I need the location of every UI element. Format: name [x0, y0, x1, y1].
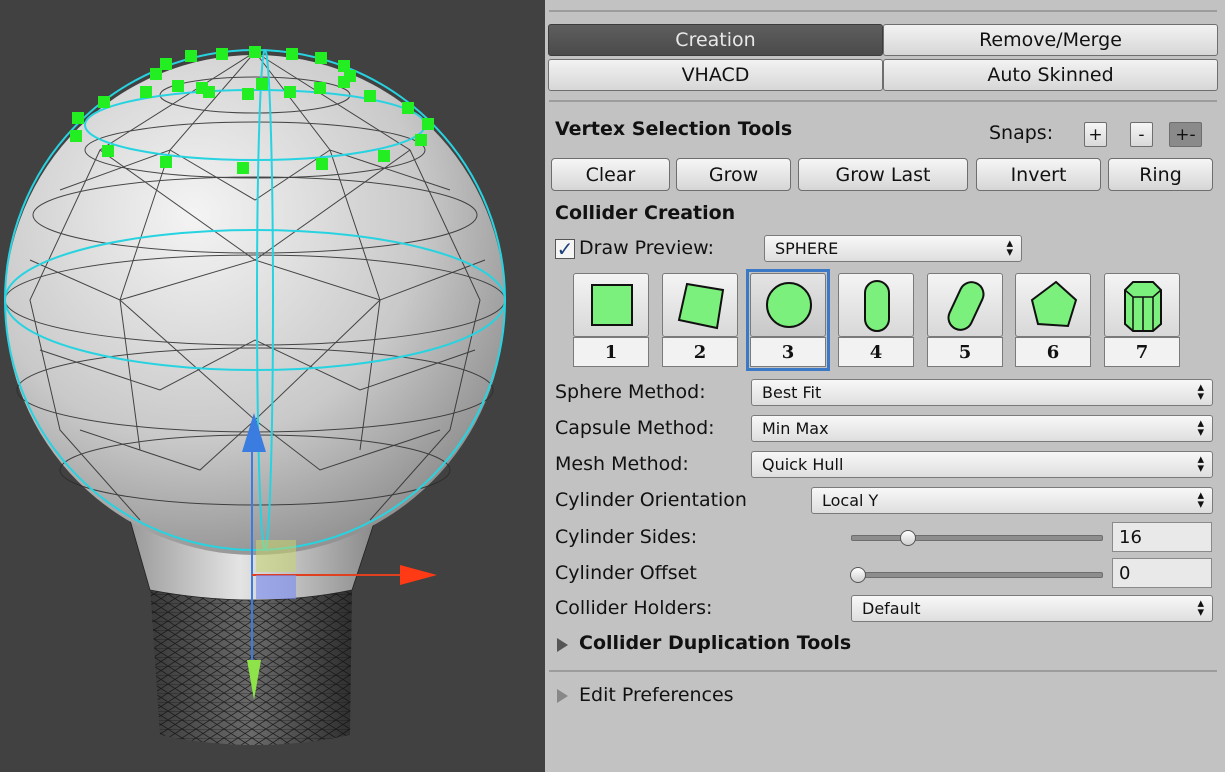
box-icon: [591, 284, 633, 326]
sphere-method-label: Sphere Method:: [555, 381, 706, 403]
mesh-method-value: Quick Hull: [762, 455, 844, 474]
tab-remove-merge[interactable]: Remove/Merge: [883, 24, 1218, 56]
cylinder-orientation-label: Cylinder Orientation: [555, 489, 747, 511]
grow-last-button[interactable]: Grow Last: [798, 158, 968, 191]
snap-both-button[interactable]: +-: [1169, 122, 1202, 147]
cylinder-sides-slider[interactable]: [851, 535, 1103, 541]
snap-minus-button[interactable]: -: [1130, 122, 1153, 147]
tab-creation[interactable]: Creation: [548, 24, 883, 56]
dropdown-arrows-icon: ▴ ▾: [1197, 488, 1204, 512]
convex-mesh-icon: [1030, 280, 1078, 328]
shape-number: 6: [1015, 337, 1091, 367]
divider: [549, 10, 1217, 12]
cylinder-offset-slider-handle[interactable]: [850, 567, 866, 583]
mesh-method-label: Mesh Method:: [555, 453, 689, 475]
shape-button-cylinder[interactable]: 7: [1104, 273, 1180, 367]
collider-holders-label: Collider Holders:: [555, 597, 713, 619]
shape-button-convex-mesh[interactable]: 6: [1015, 273, 1091, 367]
shape-number: 1: [573, 337, 649, 367]
cylinder-offset-label: Cylinder Offset: [555, 562, 697, 584]
tab-row-bottom: VHACD Auto Skinned: [548, 59, 1218, 91]
shape-button-rotated-capsule[interactable]: 5: [927, 273, 1003, 367]
cylinder-sides-slider-handle[interactable]: [900, 530, 916, 546]
grow-button[interactable]: Grow: [676, 158, 791, 191]
divider: [549, 670, 1217, 672]
dropdown-arrows-icon: ▴ ▾: [1197, 380, 1204, 404]
shape-number: 5: [927, 337, 1003, 367]
rotated-box-icon: [677, 282, 725, 330]
tab-auto-skinned[interactable]: Auto Skinned: [883, 59, 1218, 91]
shape-number: 3: [750, 337, 826, 367]
mesh-method-dropdown[interactable]: Quick Hull ▴ ▾: [751, 451, 1213, 478]
collider-duplication-title[interactable]: Collider Duplication Tools: [579, 632, 851, 654]
preview-shape-value: SPHERE: [775, 239, 839, 258]
collider-holders-dropdown[interactable]: Default ▴ ▾: [851, 595, 1213, 622]
draw-preview-checkbox[interactable]: ✓: [555, 239, 575, 259]
shape-button-rotated-box[interactable]: 2: [662, 273, 738, 367]
draw-preview-label: Draw Preview:: [579, 237, 714, 259]
shape-number: 7: [1104, 337, 1180, 367]
shape-button-box[interactable]: 1: [573, 273, 649, 367]
capsule-method-label: Capsule Method:: [555, 417, 715, 439]
shape-button-capsule[interactable]: 4: [838, 273, 914, 367]
cylinder-sides-field[interactable]: 16: [1112, 522, 1212, 552]
cylinder-offset-slider[interactable]: [851, 572, 1103, 578]
sphere-icon: [766, 282, 812, 328]
shape-button-sphere[interactable]: 3: [746, 269, 830, 371]
cylinder-sides-label: Cylinder Sides:: [555, 526, 698, 548]
cylinder-icon: [1124, 281, 1162, 332]
tab-row-top: Creation Remove/Merge: [548, 24, 1218, 56]
cylinder-orientation-value: Local Y: [822, 491, 879, 510]
divider: [549, 100, 1217, 102]
preview-shape-dropdown[interactable]: SPHERE ▴ ▾: [764, 235, 1022, 262]
collider-holders-value: Default: [862, 599, 921, 618]
edit-preferences-foldout[interactable]: Edit Preferences: [579, 684, 734, 706]
rotated-capsule-icon: [947, 281, 985, 331]
shape-number: 4: [838, 337, 914, 367]
cylinder-orientation-dropdown[interactable]: Local Y ▴ ▾: [811, 487, 1213, 514]
shape-number: 2: [662, 337, 738, 367]
expand-triangle-icon[interactable]: [557, 689, 568, 703]
dropdown-arrows-icon: ▴ ▾: [1006, 236, 1013, 260]
sphere-method-value: Best Fit: [762, 383, 822, 402]
cylinder-offset-field[interactable]: 0: [1112, 558, 1212, 588]
dropdown-arrows-icon: ▴ ▾: [1197, 452, 1204, 476]
collider-creation-title: Collider Creation: [555, 202, 736, 224]
vertex-tools-title: Vertex Selection Tools: [555, 118, 793, 140]
clear-button[interactable]: Clear: [551, 158, 670, 191]
capsule-icon: [864, 280, 890, 332]
expand-triangle-icon[interactable]: [557, 638, 568, 652]
scene-viewport[interactable]: [0, 0, 545, 772]
ring-button[interactable]: Ring: [1108, 158, 1213, 191]
sphere-method-dropdown[interactable]: Best Fit ▴ ▾: [751, 379, 1213, 406]
dropdown-arrows-icon: ▴ ▾: [1197, 416, 1204, 440]
move-arrow-x-icon: [400, 565, 437, 585]
invert-button[interactable]: Invert: [976, 158, 1101, 191]
snaps-label: Snaps:: [989, 122, 1054, 144]
inspector-panel: Creation Remove/Merge VHACD Auto Skinned…: [545, 0, 1225, 772]
lightbulb-model[interactable]: [0, 0, 545, 772]
snap-plus-button[interactable]: +: [1084, 122, 1107, 147]
dropdown-arrows-icon: ▴ ▾: [1197, 596, 1204, 620]
capsule-method-dropdown[interactable]: Min Max ▴ ▾: [751, 415, 1213, 442]
tab-vhacd[interactable]: VHACD: [548, 59, 883, 91]
capsule-method-value: Min Max: [762, 419, 829, 438]
